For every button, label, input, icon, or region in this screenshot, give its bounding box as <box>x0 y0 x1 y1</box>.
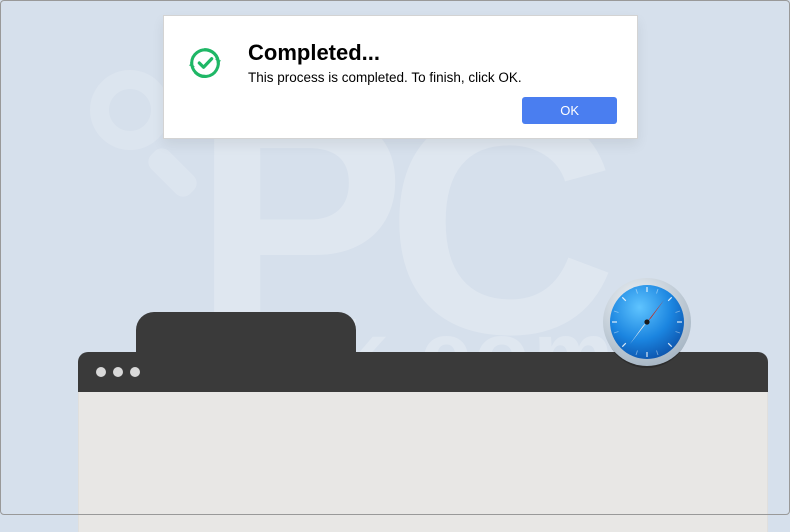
dialog-title: Completed... <box>248 40 617 66</box>
browser-viewport <box>78 392 768 532</box>
completed-dialog: Completed... This process is completed. … <box>163 15 638 139</box>
browser-tab[interactable] <box>136 312 356 352</box>
watermark-text-big: PC <box>193 109 598 333</box>
window-maximize-button[interactable] <box>130 367 140 377</box>
window-minimize-button[interactable] <box>113 367 123 377</box>
safari-icon <box>597 272 697 372</box>
ok-button[interactable]: OK <box>522 97 617 124</box>
checkmark-refresh-icon <box>186 44 224 82</box>
window-close-button[interactable] <box>96 367 106 377</box>
dialog-message: This process is completed. To finish, cl… <box>248 70 617 85</box>
